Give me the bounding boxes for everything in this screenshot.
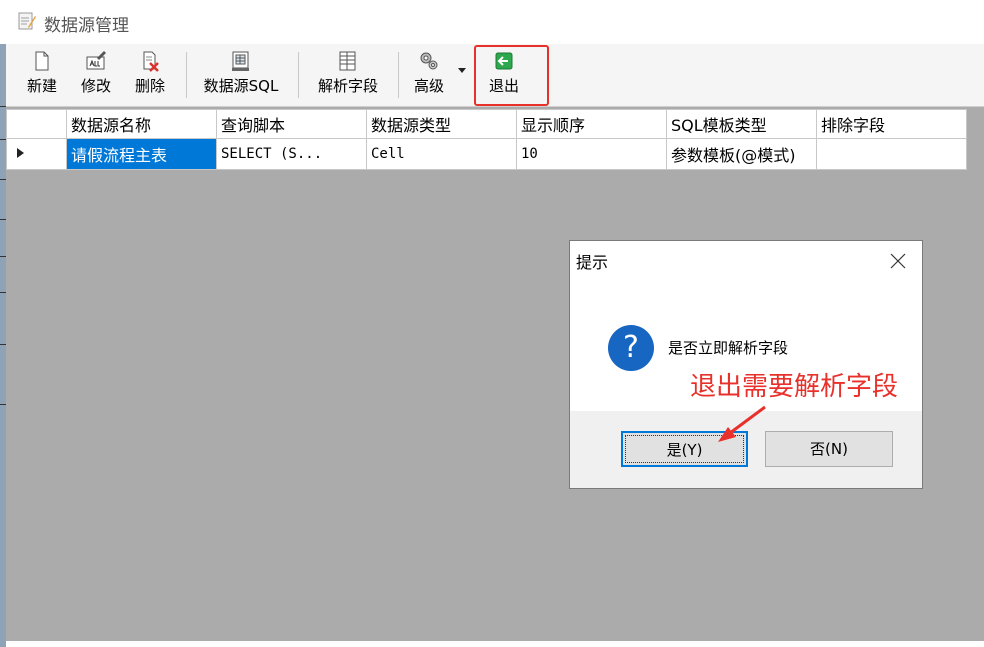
row-header-corner bbox=[6, 109, 67, 139]
new-button[interactable]: 新建 bbox=[18, 48, 66, 102]
dialog-title: 提示 bbox=[576, 253, 609, 272]
datasource-sql-button[interactable]: 数据源SQL bbox=[194, 48, 288, 102]
close-icon[interactable] bbox=[886, 249, 910, 273]
yes-button[interactable]: 是(Y) bbox=[621, 431, 748, 467]
bottom-margin bbox=[6, 641, 984, 647]
column-header-query[interactable]: 查询脚本 bbox=[216, 109, 367, 139]
datasource-sql-label: 数据源SQL bbox=[203, 77, 279, 95]
question-icon: ? bbox=[608, 325, 654, 371]
confirm-dialog: 提示 ? 是否立即解析字段 是(Y) 否(N) bbox=[569, 240, 923, 489]
cell-order[interactable]: 10 bbox=[516, 138, 667, 170]
column-header-exclude[interactable]: 排除字段 bbox=[816, 109, 967, 139]
column-header-type[interactable]: 数据源类型 bbox=[366, 109, 517, 139]
exit-highlight-box bbox=[474, 45, 549, 106]
edit-button[interactable]: 修改 bbox=[72, 48, 120, 102]
delete-icon bbox=[143, 51, 159, 72]
delete-button[interactable]: 删除 bbox=[126, 48, 174, 102]
table-row[interactable]: 请假流程主表 SELECT (S... Cell 10 参数模板(@模式) bbox=[6, 138, 967, 170]
sql-icon bbox=[232, 51, 249, 71]
new-label: 新建 bbox=[26, 77, 57, 95]
row-pointer-icon bbox=[17, 148, 24, 158]
annotation-text: 退出需要解析字段 bbox=[690, 372, 899, 402]
cell-query[interactable]: SELECT (S... bbox=[216, 138, 367, 170]
edit-icon bbox=[86, 51, 106, 70]
column-header-template[interactable]: SQL模板类型 bbox=[666, 109, 817, 139]
advanced-button[interactable]: 高级 bbox=[406, 48, 452, 102]
dialog-message: 是否立即解析字段 bbox=[668, 339, 789, 357]
chevron-down-icon[interactable] bbox=[458, 68, 466, 73]
toolbar-separator bbox=[186, 52, 187, 98]
toolbar-separator bbox=[398, 52, 399, 98]
grid-header-row: 数据源名称 查询脚本 数据源类型 显示顺序 SQL模板类型 排除字段 bbox=[6, 109, 967, 139]
cell-name[interactable]: 请假流程主表 bbox=[66, 138, 217, 170]
delete-label: 删除 bbox=[134, 77, 165, 95]
column-header-name[interactable]: 数据源名称 bbox=[66, 109, 217, 139]
document-edit-icon bbox=[18, 12, 36, 30]
title-bar: 数据源管理 bbox=[0, 0, 984, 44]
cell-type[interactable]: Cell bbox=[366, 138, 517, 170]
parse-fields-button[interactable]: 解析字段 bbox=[308, 48, 388, 102]
parse-fields-label: 解析字段 bbox=[317, 77, 378, 95]
toolbar-separator bbox=[298, 52, 299, 98]
row-selector[interactable] bbox=[6, 138, 67, 170]
column-header-order[interactable]: 显示顺序 bbox=[516, 109, 667, 139]
datasource-grid: 数据源名称 查询脚本 数据源类型 显示顺序 SQL模板类型 排除字段 请假流程主… bbox=[6, 109, 967, 170]
no-button[interactable]: 否(N) bbox=[765, 431, 893, 467]
cell-template[interactable]: 参数模板(@模式) bbox=[666, 138, 817, 170]
advanced-label: 高级 bbox=[413, 77, 444, 95]
cell-exclude[interactable] bbox=[816, 138, 967, 170]
window-title: 数据源管理 bbox=[44, 16, 129, 36]
new-document-icon bbox=[35, 51, 49, 71]
parse-fields-icon bbox=[339, 51, 356, 71]
dialog-footer: 是(Y) 否(N) bbox=[570, 411, 922, 488]
gears-icon bbox=[420, 52, 438, 70]
yes-label: 是(Y) bbox=[625, 435, 744, 463]
edit-label: 修改 bbox=[80, 77, 111, 95]
